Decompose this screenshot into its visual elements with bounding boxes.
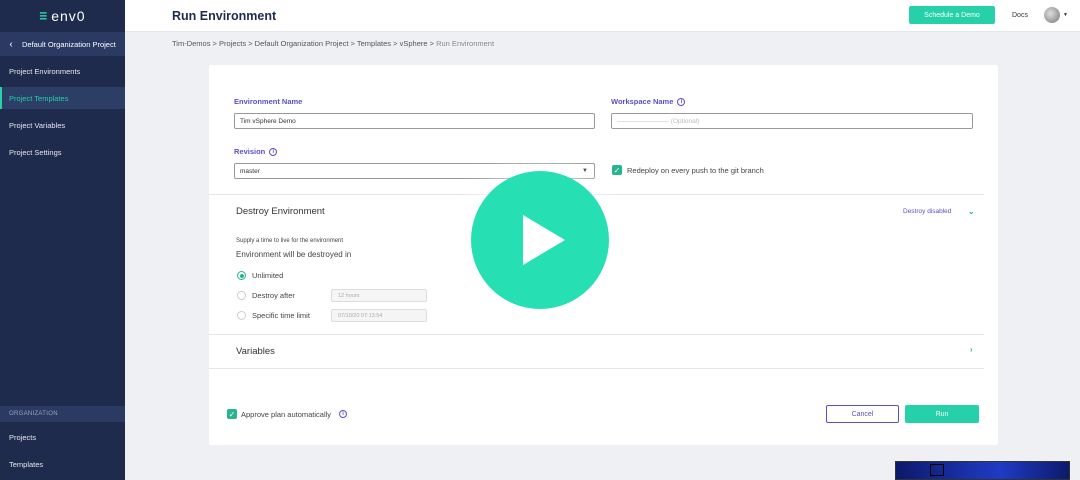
breadcrumb-current: Run Environment bbox=[436, 39, 495, 48]
video-play-button[interactable] bbox=[471, 171, 609, 309]
specific-time-label: Specific time limit bbox=[252, 311, 310, 320]
destroy-after-value: 12 hours bbox=[338, 292, 360, 299]
workspace-name-label-text: Workspace Name bbox=[611, 97, 674, 106]
sidebar-item-project-environments[interactable]: Project Environments bbox=[0, 60, 125, 82]
avatar[interactable] bbox=[1044, 7, 1060, 23]
sidebar-item-label: Project Templates bbox=[9, 93, 69, 103]
chevron-down-icon[interactable]: ⌄ bbox=[968, 207, 975, 216]
destroy-after-label: Destroy after bbox=[252, 291, 295, 300]
sidebar-item-projects[interactable]: Projects bbox=[0, 426, 125, 448]
sidebar-item-label: Templates bbox=[9, 459, 44, 469]
unlimited-label: Unlimited bbox=[252, 271, 284, 280]
play-icon bbox=[523, 215, 565, 265]
revision-label-text: Revision bbox=[234, 147, 266, 156]
caret-down-icon[interactable]: ▼ bbox=[1063, 12, 1068, 18]
divider bbox=[209, 194, 984, 195]
breadcrumb: Tim-Demos > Projects > Default Organizat… bbox=[172, 39, 494, 48]
revision-select-value: master bbox=[240, 167, 260, 175]
environment-name-label-text: Environment Name bbox=[234, 97, 303, 106]
specific-time-input[interactable]: 07/10/20 07:13:54 bbox=[331, 309, 427, 322]
sidebar: ≡ env0 ‹ Default Organization Project Pr… bbox=[0, 0, 125, 480]
info-icon[interactable]: i bbox=[339, 410, 347, 418]
docs-link[interactable]: Docs bbox=[1012, 12, 1028, 19]
chevron-left-icon[interactable]: ‹ bbox=[0, 39, 22, 50]
redeploy-checkbox[interactable]: ✓ bbox=[612, 165, 622, 175]
chevron-right-icon[interactable]: › bbox=[970, 345, 973, 354]
approve-plan-checkbox[interactable]: ✓ bbox=[227, 409, 237, 419]
destroy-subtitle: Environment will be destroyed in bbox=[236, 250, 352, 259]
info-icon[interactable]: i bbox=[677, 97, 686, 106]
breadcrumb-path[interactable]: Tim-Demos > Projects > Default Organizat… bbox=[172, 39, 436, 48]
revision-label: Revision i bbox=[234, 147, 278, 156]
org-project-name: Default Organization Project bbox=[22, 39, 116, 49]
thumbnail-frame bbox=[930, 464, 944, 476]
org-project-header[interactable]: ‹ Default Organization Project bbox=[0, 32, 125, 56]
sidebar-item-label: Project Environments bbox=[9, 66, 81, 76]
specific-time-value: 07/10/20 07:13:54 bbox=[338, 312, 383, 319]
destroy-after-radio[interactable] bbox=[237, 291, 246, 300]
environment-name-label: Environment Name bbox=[234, 97, 302, 106]
schedule-demo-button[interactable]: Schedule a Demo bbox=[909, 6, 995, 24]
environment-name-input[interactable]: Tim vSphere Demo bbox=[234, 113, 595, 129]
logo-mark-icon: ≡ bbox=[39, 8, 48, 24]
approve-plan-label: Approve plan automatically bbox=[241, 410, 331, 419]
destroy-status: Destroy disabled bbox=[903, 208, 952, 215]
sidebar-item-project-templates[interactable]: Project Templates bbox=[0, 87, 125, 109]
sidebar-item-project-settings[interactable]: Project Settings bbox=[0, 141, 125, 163]
destroy-hint: Supply a time to live for the environmen… bbox=[236, 238, 344, 244]
unlimited-radio[interactable] bbox=[237, 271, 246, 280]
env0-logo[interactable]: ≡ env0 bbox=[0, 0, 125, 32]
destroy-after-select[interactable]: 12 hours bbox=[331, 289, 427, 302]
sidebar-item-label: Project Variables bbox=[9, 120, 66, 130]
workspace-name-input[interactable]: ———————— (Optional) bbox=[611, 113, 973, 129]
video-thumbnail-strip bbox=[895, 461, 1070, 480]
specific-time-radio[interactable] bbox=[237, 311, 246, 320]
info-icon[interactable]: i bbox=[269, 147, 278, 156]
approve-plan-label-text: Approve plan automatically bbox=[241, 410, 332, 419]
sidebar-item-templates[interactable]: Templates bbox=[0, 453, 125, 475]
cancel-button[interactable]: Cancel bbox=[826, 405, 899, 423]
sidebar-section-organization: ORGANIZATION bbox=[0, 406, 125, 422]
sidebar-item-project-variables[interactable]: Project Variables bbox=[0, 114, 125, 136]
logo-text: env0 bbox=[51, 8, 86, 24]
workspace-name-label: Workspace Name i bbox=[611, 97, 686, 106]
run-button[interactable]: Run bbox=[905, 405, 979, 423]
redeploy-label: Redeploy on every push to the git branch bbox=[627, 166, 764, 175]
caret-down-icon: ▼ bbox=[582, 168, 588, 174]
divider bbox=[209, 368, 984, 369]
sidebar-item-label: Project Settings bbox=[9, 147, 62, 157]
destroy-environment-title[interactable]: Destroy Environment bbox=[236, 206, 325, 217]
variables-title[interactable]: Variables bbox=[236, 346, 275, 357]
page-title: Run Environment bbox=[172, 8, 277, 23]
divider bbox=[209, 334, 984, 335]
top-bar: Run Environment Schedule a Demo Docs ▼ bbox=[125, 0, 1080, 32]
sidebar-item-label: Projects bbox=[9, 432, 37, 442]
